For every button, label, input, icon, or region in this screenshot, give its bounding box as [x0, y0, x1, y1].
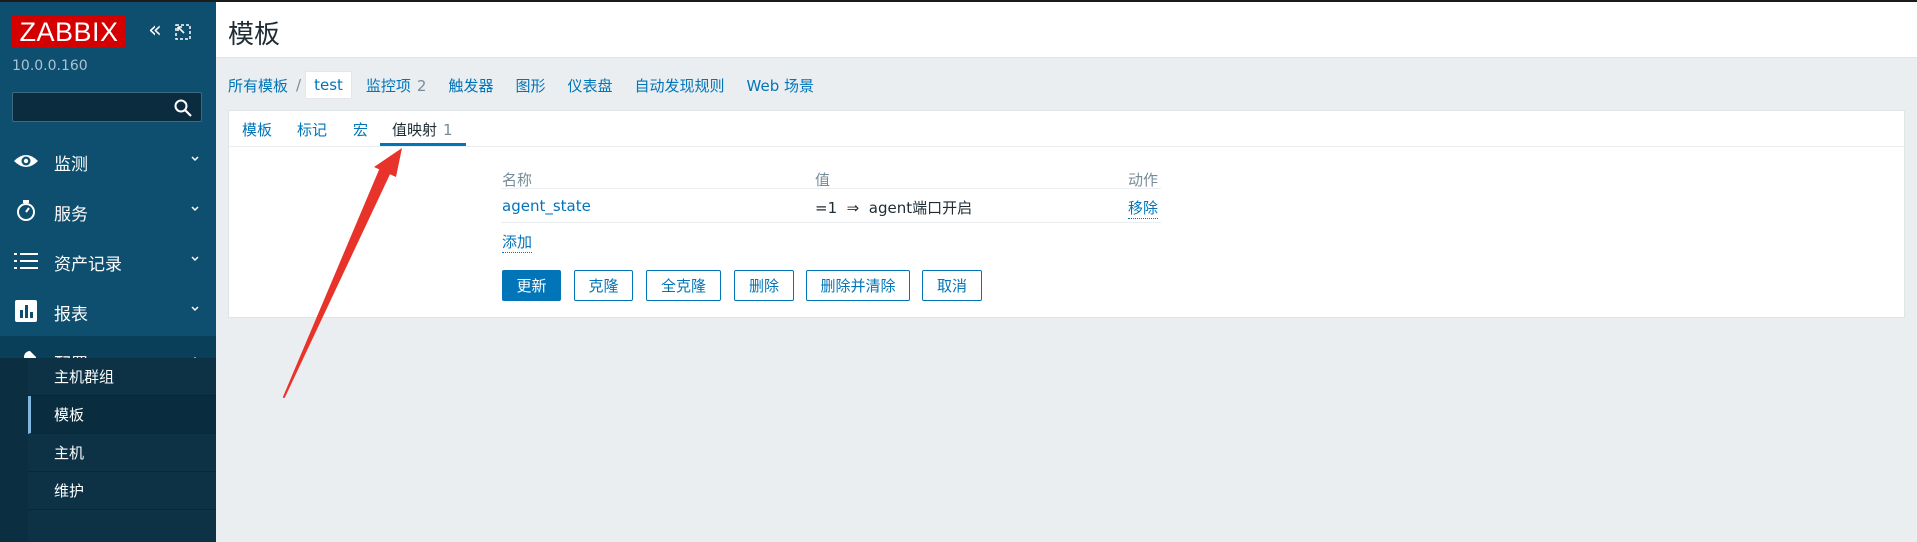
submenu-host-groups[interactable]: 主机群组 [28, 358, 216, 396]
tab-templates[interactable]: 模板 [242, 119, 272, 140]
sidebar: ZABBIX « 10.0.0.160 监测 服务 资产记录 报表 主机群组 模… [0, 2, 216, 542]
kiosk-mode-icon[interactable] [174, 23, 192, 41]
nav-monitoring-label: 监测 [54, 155, 88, 175]
breadcrumb-current-template[interactable]: test [305, 71, 352, 99]
remove-link[interactable]: 移除 [1128, 197, 1159, 219]
page-header: 模板 [216, 2, 1917, 58]
breadcrumb-discovery-rules[interactable]: 自动发现规则 [635, 75, 725, 96]
add-valuemap-link[interactable]: 添加 [502, 231, 533, 253]
tab-value-mapping[interactable]: 值映射 1 [392, 119, 453, 140]
nav-reports[interactable]: 报表 [0, 286, 216, 336]
valuemap-name-link[interactable]: agent_state [502, 197, 591, 215]
cancel-button[interactable]: 取消 [922, 270, 982, 301]
nav-inventory-label: 资产记录 [54, 255, 122, 275]
eye-icon [12, 148, 40, 174]
delete-button[interactable]: 删除 [734, 270, 794, 301]
delete-and-clear-button[interactable]: 删除并清除 [806, 270, 910, 301]
breadcrumb-dashboards[interactable]: 仪表盘 [567, 75, 612, 96]
submenu-rail [0, 358, 28, 542]
tab-value-mapping-count: 1 [443, 121, 453, 139]
collapse-sidebar-icon[interactable]: « [144, 20, 166, 44]
breadcrumb-separator: / [296, 76, 302, 94]
submenu-hosts[interactable]: 主机 [28, 434, 216, 472]
submenu-templates[interactable]: 模板 [28, 396, 216, 434]
nav-reports-label: 报表 [54, 305, 88, 325]
breadcrumb-triggers[interactable]: 触发器 [448, 75, 493, 96]
breadcrumb: 所有模板 / test 监控项 2 触发器 图形 仪表盘 自动发现规则 Web 场… [228, 69, 836, 101]
nav-services[interactable]: 服务 [0, 186, 216, 236]
table-row-divider [501, 222, 1161, 223]
valuemap-value: =1 ⇒ agent端口开启 [815, 199, 973, 217]
stopwatch-icon [12, 198, 40, 224]
breadcrumb-items-label: 监控项 [365, 76, 411, 95]
page-title: 模板 [228, 20, 281, 50]
tab-value-mapping-label: 值映射 [392, 121, 438, 139]
form-tabs: 模板 标记 宏 值映射 1 [229, 111, 1904, 147]
update-button[interactable]: 更新 [502, 270, 561, 301]
breadcrumb-graphs[interactable]: 图形 [515, 75, 545, 96]
server-name: 10.0.0.160 [12, 58, 88, 74]
breadcrumb-items[interactable]: 监控项 2 [366, 75, 427, 96]
breadcrumb-items-count: 2 [416, 76, 427, 95]
column-header-value: 值 [815, 171, 831, 189]
chevron-down-icon [191, 306, 199, 312]
breadcrumb-all-templates[interactable]: 所有模板 [228, 75, 288, 96]
template-form-panel: 模板 标记 宏 值映射 1 名称 值 动作 agent_state =1 ⇒ ag… [228, 110, 1905, 318]
chevron-down-icon [191, 156, 199, 162]
list-icon [12, 248, 40, 274]
submenu-maintenance[interactable]: 维护 [28, 472, 216, 510]
chevron-down-icon [191, 256, 199, 262]
bar-chart-icon [12, 298, 40, 324]
nav-inventory[interactable]: 资产记录 [0, 236, 216, 286]
window-top-border [0, 0, 1917, 2]
zabbix-logo[interactable]: ZABBIX [12, 16, 126, 48]
active-tab-indicator [380, 143, 466, 146]
clone-button[interactable]: 克隆 [574, 270, 633, 301]
tab-tags[interactable]: 标记 [297, 119, 327, 140]
search-icon[interactable] [173, 98, 193, 118]
nav-monitoring[interactable]: 监测 [0, 136, 216, 186]
column-header-action: 动作 [1128, 171, 1159, 189]
full-clone-button[interactable]: 全克隆 [646, 270, 721, 301]
configuration-submenu: 主机群组 模板 主机 维护 [0, 358, 216, 542]
column-header-name: 名称 [502, 171, 533, 189]
tab-macros[interactable]: 宏 [353, 119, 368, 140]
table-header-divider [501, 188, 1161, 189]
chevron-down-icon [191, 206, 199, 212]
breadcrumb-web-scenarios[interactable]: Web 场景 [747, 75, 814, 96]
nav-services-label: 服务 [54, 205, 88, 225]
